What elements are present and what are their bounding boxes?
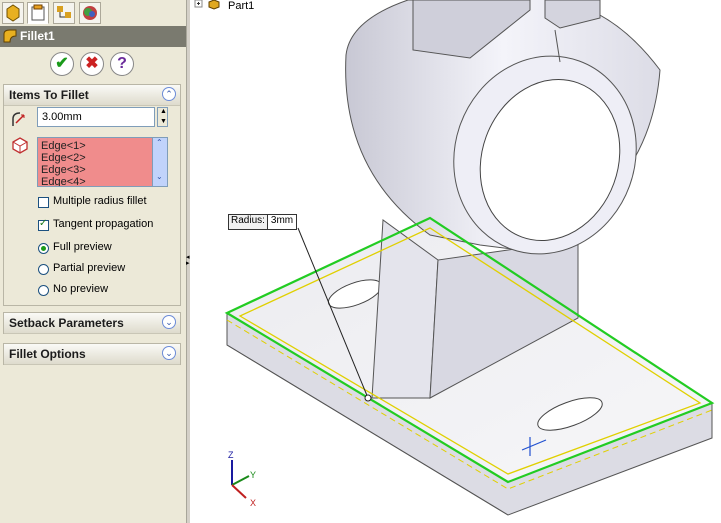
list-item[interactable]: Edge<2>	[41, 152, 86, 164]
callout-anchor[interactable]	[364, 394, 372, 402]
cancel-button[interactable]: ✖	[80, 52, 104, 76]
radius-icon	[12, 112, 25, 126]
checkmark-icon: ✔	[55, 55, 69, 72]
property-manager-icon	[31, 4, 45, 21]
checkmark-icon: ✓	[39, 218, 48, 229]
help-icon: ?	[117, 55, 127, 72]
items-to-fillet-header[interactable]: Items To Fillet ⌃	[4, 85, 180, 106]
graphics-viewport[interactable]: Z Y X Radius: 3mm Part1	[190, 0, 721, 523]
no-preview-radio[interactable]	[38, 285, 49, 296]
callout-label: Radius:	[231, 215, 265, 226]
spin-down-icon[interactable]: ▼	[160, 118, 167, 125]
feature-manager-icon	[6, 4, 20, 22]
expand-icon[interactable]: ⌄	[162, 315, 176, 329]
scroll-down-icon[interactable]: ⌄	[156, 172, 163, 181]
x-axis-label: X	[250, 498, 256, 508]
property-manager-panel: Fillet1 ✔ ✖ ? Items To Fillet ⌃ 3.00mm ▲…	[0, 0, 186, 523]
property-manager-tab[interactable]	[27, 2, 49, 24]
feature-manager-tab[interactable]	[2, 2, 24, 24]
scroll-up-icon[interactable]: ⌃	[156, 138, 163, 147]
setback-parameters-group: Setback Parameters ⌄	[3, 312, 181, 334]
z-axis-label: Z	[228, 450, 234, 460]
full-preview-radio[interactable]	[38, 243, 49, 254]
feature-title-bar: Fillet1	[0, 26, 186, 47]
help-button[interactable]: ?	[110, 52, 134, 76]
group-title: Items To Fillet	[9, 88, 89, 102]
close-icon: ✖	[85, 55, 99, 72]
list-item[interactable]: Edge<1>	[41, 140, 86, 152]
collapse-icon[interactable]: ⌃	[162, 87, 176, 101]
radius-spinner[interactable]: ▲ ▼	[157, 107, 168, 127]
group-title: Setback Parameters	[9, 316, 124, 330]
full-preview-label: Full preview	[53, 241, 112, 253]
edge-selection-icon	[12, 137, 28, 154]
no-preview-label: No preview	[53, 283, 109, 295]
tangent-propagation-checkbox[interactable]: ✓	[38, 218, 49, 231]
y-axis-label: Y	[250, 470, 256, 480]
spin-up-icon[interactable]: ▲	[160, 108, 167, 115]
partial-preview-label: Partial preview	[53, 262, 126, 274]
multiple-radius-checkbox[interactable]	[38, 197, 49, 208]
view-triad: Z Y X	[228, 450, 256, 508]
fillet-options-header[interactable]: Fillet Options ⌄	[4, 344, 180, 365]
tree-node-label[interactable]: Part1	[228, 0, 254, 12]
ok-button[interactable]: ✔	[50, 52, 74, 76]
list-scrollbar[interactable]: ⌃ ⌄	[152, 138, 167, 186]
list-item[interactable]: Edge<4>	[41, 176, 86, 186]
tangent-propagation-label: Tangent propagation	[53, 218, 154, 230]
part-icon	[208, 0, 220, 10]
edge-selection-list[interactable]: Edge<1> Edge<2> Edge<3> Edge<4> ⌃ ⌄	[37, 137, 168, 187]
group-title: Fillet Options	[9, 347, 86, 361]
callout-value[interactable]: 3mm	[266, 215, 297, 229]
fillet-options-group: Fillet Options ⌄	[3, 343, 181, 365]
radius-callout[interactable]: Radius: 3mm	[228, 214, 298, 230]
fillet-feature-icon	[3, 29, 17, 43]
configuration-manager-tab[interactable]	[53, 2, 75, 24]
feature-title: Fillet1	[20, 29, 55, 43]
splitter-grip-icon[interactable]: ◂ ▸	[186, 254, 190, 267]
display-manager-icon	[83, 6, 97, 20]
display-manager-tab[interactable]	[79, 2, 101, 24]
action-buttons: ✔ ✖ ?	[46, 52, 142, 78]
multiple-radius-label: Multiple radius fillet	[53, 195, 147, 207]
list-item[interactable]: Edge<3>	[41, 164, 86, 176]
expand-icon[interactable]: ⌄	[162, 346, 176, 360]
radius-input[interactable]: 3.00mm	[37, 107, 155, 127]
manager-tab-bar	[0, 0, 186, 26]
setback-parameters-header[interactable]: Setback Parameters ⌄	[4, 313, 180, 334]
items-to-fillet-group: Items To Fillet ⌃ 3.00mm ▲ ▼ Edge<1> Edg…	[3, 84, 181, 306]
tree-node-part1[interactable]	[194, 0, 220, 10]
model-view[interactable]: Z Y X	[190, 0, 721, 523]
configuration-manager-icon	[57, 6, 71, 18]
radio-dot-icon	[41, 246, 46, 251]
partial-preview-radio[interactable]	[38, 264, 49, 275]
